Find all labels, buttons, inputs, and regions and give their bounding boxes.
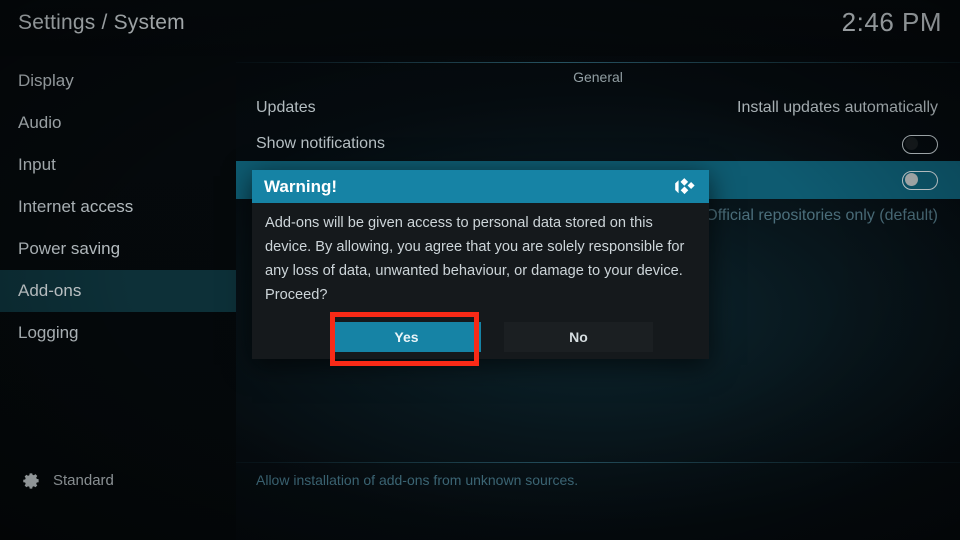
sidebar-item-display[interactable]: Display — [0, 60, 236, 102]
yes-button[interactable]: Yes — [332, 322, 481, 352]
page-title: Settings / System — [18, 11, 185, 34]
gear-icon — [23, 472, 39, 489]
setting-value: Install updates automatically — [737, 99, 938, 116]
sidebar-item-label: Input — [18, 155, 56, 174]
sidebar-item-internet-access[interactable]: Internet access — [0, 186, 236, 228]
setting-label: Show notifications — [256, 135, 385, 152]
show-notifications-toggle[interactable] — [902, 134, 938, 154]
setting-row-updates[interactable]: Updates Install updates automatically — [236, 89, 960, 127]
unknown-sources-toggle[interactable] — [902, 170, 938, 190]
sidebar-item-label: Display — [18, 71, 74, 90]
dialog-message: Add-ons will be given access to personal… — [265, 215, 685, 303]
sidebar-item-add-ons[interactable]: Add-ons — [0, 270, 236, 312]
dialog-title: Warning! — [264, 176, 338, 196]
kodi-logo-icon — [675, 177, 695, 194]
setting-label: Updates — [256, 99, 316, 116]
sidebar-item-power-saving[interactable]: Power saving — [0, 228, 236, 270]
toggle-knob — [905, 173, 918, 187]
warning-dialog: Warning! Add-ons will be given access to… — [252, 170, 709, 359]
help-text: Allow installation of add-ons from unkno… — [256, 472, 579, 488]
settings-level-label: Standard — [53, 471, 114, 489]
toggle-knob — [905, 137, 918, 151]
kodi-settings-screen: Settings / System 2:46 PM Display Audio … — [0, 0, 960, 540]
sidebar-item-logging[interactable]: Logging — [0, 312, 236, 354]
section-header: General — [573, 69, 623, 85]
sidebar-item-audio[interactable]: Audio — [0, 102, 236, 144]
no-button[interactable]: No — [504, 322, 653, 352]
sidebar-item-input[interactable]: Input — [0, 144, 236, 186]
sidebar-item-label: Logging — [18, 323, 79, 342]
clock: 2:46 PM — [841, 7, 942, 37]
setting-row-show-notifications[interactable]: Show notifications — [236, 125, 960, 163]
settings-level-selector[interactable]: Standard — [0, 460, 236, 500]
sidebar-item-label: Audio — [18, 113, 62, 132]
help-divider — [236, 462, 960, 463]
sidebar: Display Audio Input Internet access Powe… — [0, 56, 236, 540]
setting-value: Official repositories only (default) — [705, 207, 938, 224]
panel-top-divider — [236, 62, 960, 63]
sidebar-item-label: Internet access — [18, 197, 134, 216]
dialog-button-row: Yes No — [252, 322, 709, 352]
window-header: Settings / System 2:46 PM — [0, 0, 960, 56]
dialog-title-bar: Warning! — [252, 170, 709, 203]
sidebar-item-label: Add-ons — [18, 281, 82, 300]
sidebar-item-label: Power saving — [18, 239, 121, 258]
